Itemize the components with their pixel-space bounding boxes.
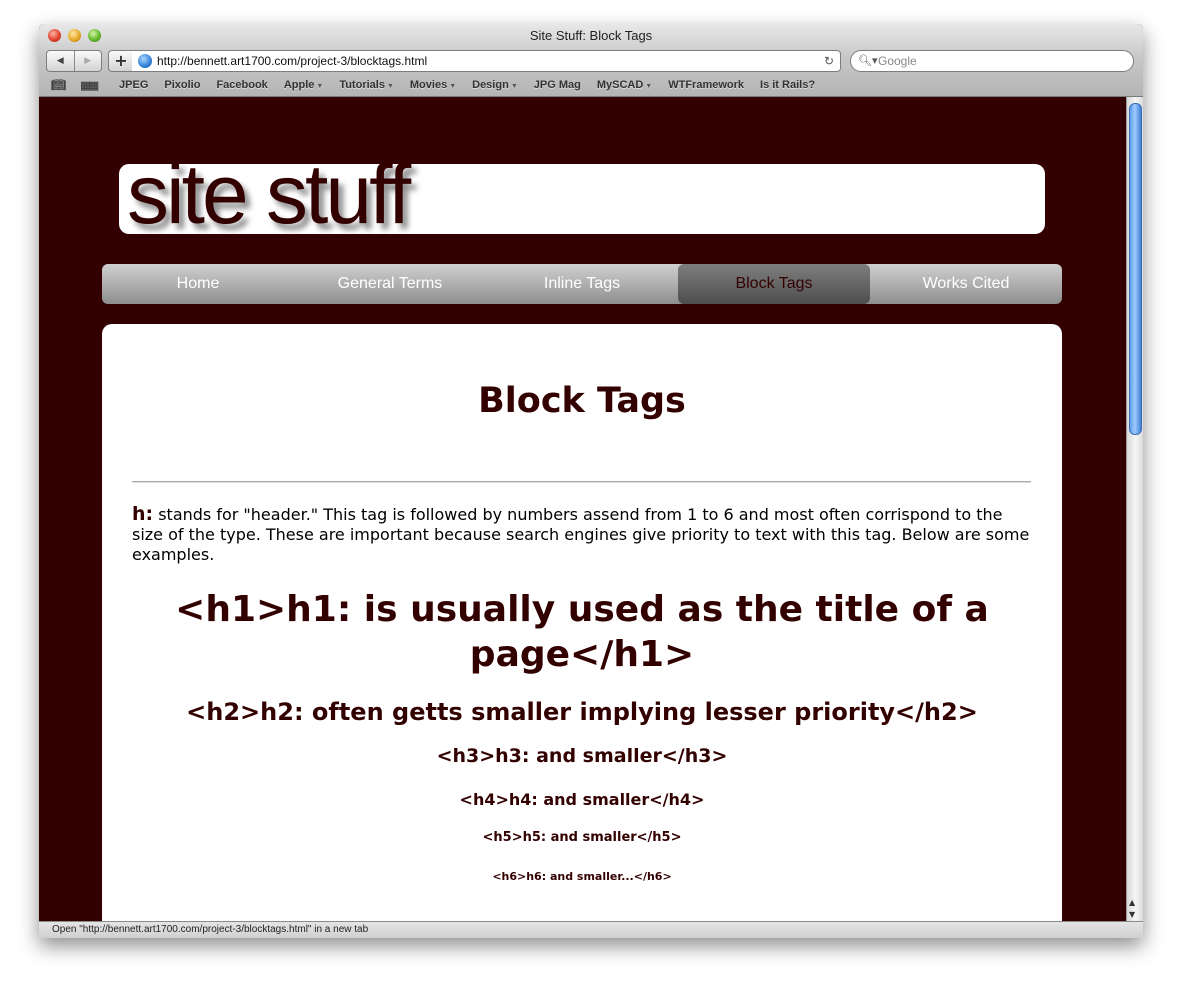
status-bar: Open "http://bennett.art1700.com/project… <box>39 921 1143 938</box>
vertical-scrollbar[interactable]: ▲ ▼ <box>1126 97 1143 921</box>
scroll-down-arrow-icon[interactable]: ▼ <box>1129 910 1135 919</box>
back-arrow-icon: ◀ <box>56 56 64 66</box>
book-icon[interactable]: 📖︎ <box>51 78 66 92</box>
bookmark-jpg-mag[interactable]: JPG Mag <box>534 79 581 91</box>
bookmark-is-it-rails[interactable]: Is it Rails? <box>760 79 815 91</box>
address-url[interactable]: http://bennett.art1700.com/project-3/blo… <box>157 51 427 71</box>
dropdown-arrow-icon: ▼ <box>449 83 457 90</box>
nav-inline-tags[interactable]: Inline Tags <box>486 264 678 304</box>
nav-block-tags[interactable]: Block Tags <box>678 264 870 304</box>
forward-arrow-icon: ▶ <box>84 56 92 66</box>
title-bar: Site Stuff: Block Tags ◀ ▶ + http://benn… <box>39 24 1143 97</box>
nav-home[interactable]: Home <box>102 264 294 304</box>
intro-paragraph: h: stands for "header." This tag is foll… <box>132 504 1032 565</box>
dropdown-arrow-icon: ▼ <box>386 83 394 90</box>
nav-works-cited[interactable]: Works Cited <box>870 264 1062 304</box>
bookmark-movies[interactable]: Movies ▼ <box>410 79 456 91</box>
scrollbar-thumb[interactable] <box>1129 103 1142 435</box>
dropdown-arrow-icon: ▼ <box>316 83 324 90</box>
history-buttons: ◀ ▶ <box>46 50 102 72</box>
page-title: Block Tags <box>478 381 686 421</box>
address-bar[interactable]: http://bennett.art1700.com/project-3/blo… <box>132 50 841 72</box>
example-h5: <h5>h5: and smaller</h5> <box>482 830 682 845</box>
bookmark-myscad[interactable]: MySCAD ▼ <box>597 79 652 91</box>
site-banner: site stuff <box>119 164 1045 234</box>
dropdown-arrow-icon: ▼ <box>510 83 518 90</box>
intro-term: h: <box>132 503 154 525</box>
site-logo-text: site stuff <box>127 164 411 234</box>
scroll-up-arrow-icon[interactable]: ▲ <box>1129 898 1135 907</box>
content-panel: Block Tags h: stands for "header." This … <box>102 324 1062 921</box>
site-nav: Home General Terms Inline Tags Block Tag… <box>102 264 1062 304</box>
back-button[interactable]: ◀ <box>47 51 74 71</box>
bookmarks-bar: 📖︎ ▦▦ JPEG Pixolio Facebook Apple ▼ Tutor… <box>39 76 1143 94</box>
dropdown-arrow-icon: ▼ <box>645 83 653 90</box>
grid-icon[interactable]: ▦▦ <box>80 79 99 92</box>
add-bookmark-button[interactable]: + <box>108 50 134 72</box>
window-title: Site Stuff: Block Tags <box>529 28 653 43</box>
page-viewport: site stuff Home General Terms Inline Tag… <box>39 97 1126 921</box>
divider <box>132 481 1031 483</box>
nav-general-terms[interactable]: General Terms <box>294 264 486 304</box>
example-h2: <h2>h2: often getts smaller implying les… <box>186 698 978 726</box>
intro-text: stands for "header." This tag is followe… <box>132 505 1030 564</box>
bookmark-tutorials[interactable]: Tutorials ▼ <box>339 79 394 91</box>
bookmark-apple[interactable]: Apple ▼ <box>284 79 324 91</box>
reload-icon[interactable]: ↻ <box>824 51 834 71</box>
bookmark-facebook[interactable]: Facebook <box>216 79 267 91</box>
search-field[interactable]: 🔍︎▾ Google <box>850 50 1134 72</box>
example-h6: <h6>h6: and smaller...</h6> <box>492 870 672 883</box>
example-h3: <h3>h3: and smaller</h3> <box>436 745 728 767</box>
example-h4: <h4>h4: and smaller</h4> <box>459 790 705 809</box>
browser-window: Site Stuff: Block Tags ◀ ▶ + http://benn… <box>39 24 1143 938</box>
search-icon[interactable]: 🔍︎▾ <box>858 51 878 71</box>
example-h1: <h1>h1: is usually used as the title of … <box>175 589 989 675</box>
forward-button[interactable]: ▶ <box>73 51 102 71</box>
site-favicon-icon <box>138 54 152 68</box>
bookmark-pixolio[interactable]: Pixolio <box>164 79 200 91</box>
status-text: Open "http://bennett.art1700.com/project… <box>52 924 369 935</box>
bookmark-wtframework[interactable]: WTFramework <box>668 79 744 91</box>
bookmark-design[interactable]: Design ▼ <box>472 79 518 91</box>
search-placeholder: Google <box>878 54 917 68</box>
bookmark-jpeg[interactable]: JPEG <box>119 79 148 91</box>
